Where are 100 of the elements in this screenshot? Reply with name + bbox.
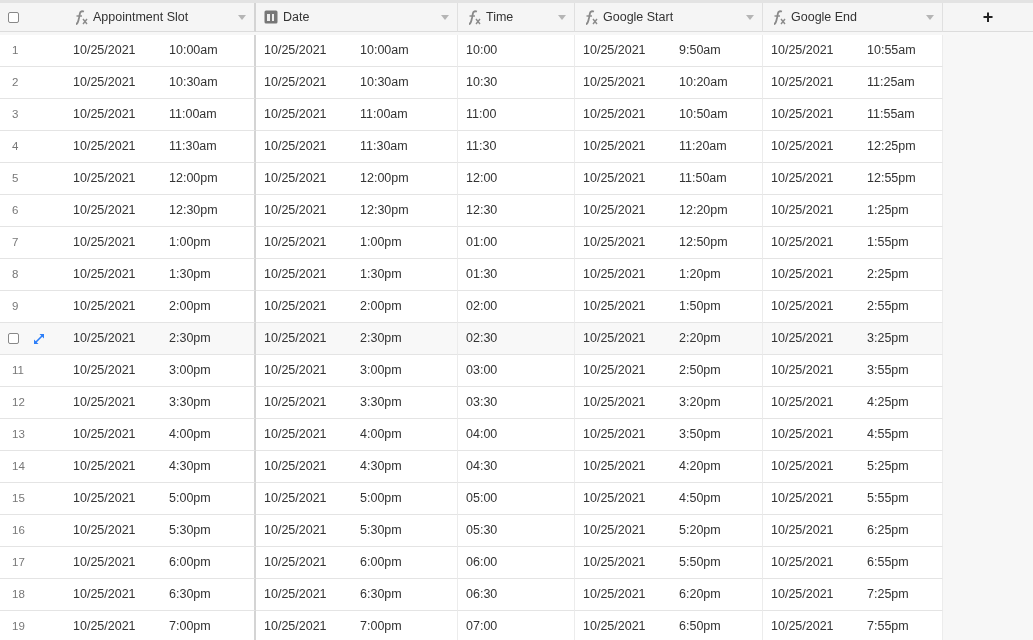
dropdown-caret-icon [746,14,754,20]
table-cell-text: 12:30pm [360,202,409,220]
table-cell-text: 10/25/2021 [73,586,137,604]
table-cell-text: 1:25pm [867,202,909,220]
table-cell-text: 11:25am [867,74,915,92]
table-cell-text: 10/25/2021 [264,106,328,124]
table-cell-text: 10/25/2021 [73,42,137,60]
table-cell-text: 02:00 [466,298,498,316]
table-cell-text: 2:55pm [867,298,909,316]
table-cell-text: 11:50am [679,170,727,188]
table-cell-text: 10/25/2021 [583,74,647,92]
table-cell-text: 12:20pm [679,202,728,220]
table-cell-text: 1:00pm [169,234,211,252]
table-cell-text: 06:30 [466,586,498,604]
table-cell-text: 01:30 [466,266,498,284]
table-cell-text: 6:20pm [679,586,721,604]
table-cell-text: 7:25pm [867,586,909,604]
table-cell-text: 10/25/2021 [583,298,647,316]
table-cell-text: 02:30 [466,330,498,348]
table-cell-text: 10/25/2021 [73,138,137,156]
table-cell-text: 7:55pm [867,618,909,636]
table-cell-text: 10/25/2021 [771,298,835,316]
table-cell-text: 01:00 [466,234,498,252]
table-cell-text: 5:00pm [360,490,402,508]
table-cell-text: 10/25/2021 [264,426,328,444]
table-cell-text: 10/25/2021 [264,394,328,412]
table-cell-text: 06:00 [466,554,498,572]
table-cell-text: 4:00pm [169,426,211,444]
table-cell-text: 11:30am [169,138,217,156]
table-cell-text: 10/25/2021 [73,394,137,412]
table-cell-text: 2:25pm [867,266,909,284]
table-cell-text: 10/25/2021 [264,234,328,252]
table-cell-text: 1:55pm [867,234,909,252]
table-cell-text: 10/25/2021 [771,170,835,188]
select-all-checkbox[interactable] [8,11,19,23]
table-cell-text: 6:55pm [867,554,909,572]
column-header[interactable]: Google Start [575,3,763,32]
row-number: 6 [11,202,19,218]
table-cell-text: 4:00pm [360,426,402,444]
table-cell-text: 10/25/2021 [264,202,328,220]
table-cell-text: 10/25/2021 [264,74,328,92]
table-cell-text: 1:50pm [679,298,721,316]
table-cell-text: 10/25/2021 [771,42,835,60]
table-cell-text: 10/25/2021 [583,266,647,284]
table-cell-text: 2:00pm [360,298,402,316]
row-number: 17 [11,554,25,570]
table-cell-text: 5:30pm [169,522,211,540]
row-number: 18 [11,586,25,602]
row-number: 5 [11,170,19,186]
formula-icon [466,9,481,25]
table-cell-text: 4:25pm [867,394,909,412]
table-cell-text: 6:30pm [360,586,402,604]
table-cell-text: 11:30 [466,138,497,156]
row-number: 14 [11,458,25,474]
table-cell-text: 10/25/2021 [264,618,328,636]
table-cell-text: 10/25/2021 [73,554,137,572]
table-cell-text: 6:30pm [169,586,211,604]
formula-icon [73,9,88,25]
table-cell-text: 10/25/2021 [583,394,647,412]
row-number: 13 [11,426,25,442]
calendar-icon [264,10,278,24]
row-number: 8 [11,266,19,282]
table-cell-text: 3:20pm [679,394,721,412]
table-cell-text: 10/25/2021 [73,490,137,508]
table-cell-text: 10/25/2021 [583,586,647,604]
column-header[interactable]: Date [256,3,458,32]
column-header[interactable]: Appointment Slot [65,3,256,32]
table-cell-text: 11:55am [867,106,915,124]
column-header[interactable]: Google End [763,3,943,32]
table-cell-text: 10/25/2021 [771,266,835,284]
table-cell-text: 10/25/2021 [264,266,328,284]
table-cell-text: 03:00 [466,362,498,380]
table-cell-text: 10/25/2021 [73,426,137,444]
table-cell-text: 7:00pm [169,618,211,636]
table-cell-text: 5:00pm [169,490,211,508]
table-cell-text: 10/25/2021 [73,522,137,540]
table-cell-text: 9:50am [679,42,721,60]
table-cell-text: 11:00am [360,106,408,124]
table-cell-text: 10/25/2021 [583,42,647,60]
table-cell-text: 3:25pm [867,330,909,348]
row-number: 2 [11,74,19,90]
table-cell-text: 12:00 [466,170,498,188]
table-cell-text: 10/25/2021 [73,362,137,380]
row-number: 1 [11,42,19,58]
table-cell-text: 2:30pm [360,330,402,348]
table-cell-text: 12:00pm [169,170,218,188]
table-cell-text: 6:50pm [679,618,721,636]
table-cell-text: 03:30 [466,394,498,412]
table-cell-text: 12:00pm [360,170,409,188]
table-cell-text: 05:00 [466,490,498,508]
table-cell-text: 4:50pm [679,490,721,508]
table-cell-text: 10/25/2021 [583,234,647,252]
table-cell-text: 10:00 [466,42,498,60]
table-cell-text: 10/25/2021 [771,234,835,252]
row-checkbox[interactable] [8,333,19,344]
table-cell-text: 10/25/2021 [264,138,328,156]
column-header[interactable]: Time [458,3,575,32]
expand-icon[interactable] [33,332,45,345]
row-number: 9 [11,298,19,314]
table-cell-text: 10:00am [360,42,409,60]
